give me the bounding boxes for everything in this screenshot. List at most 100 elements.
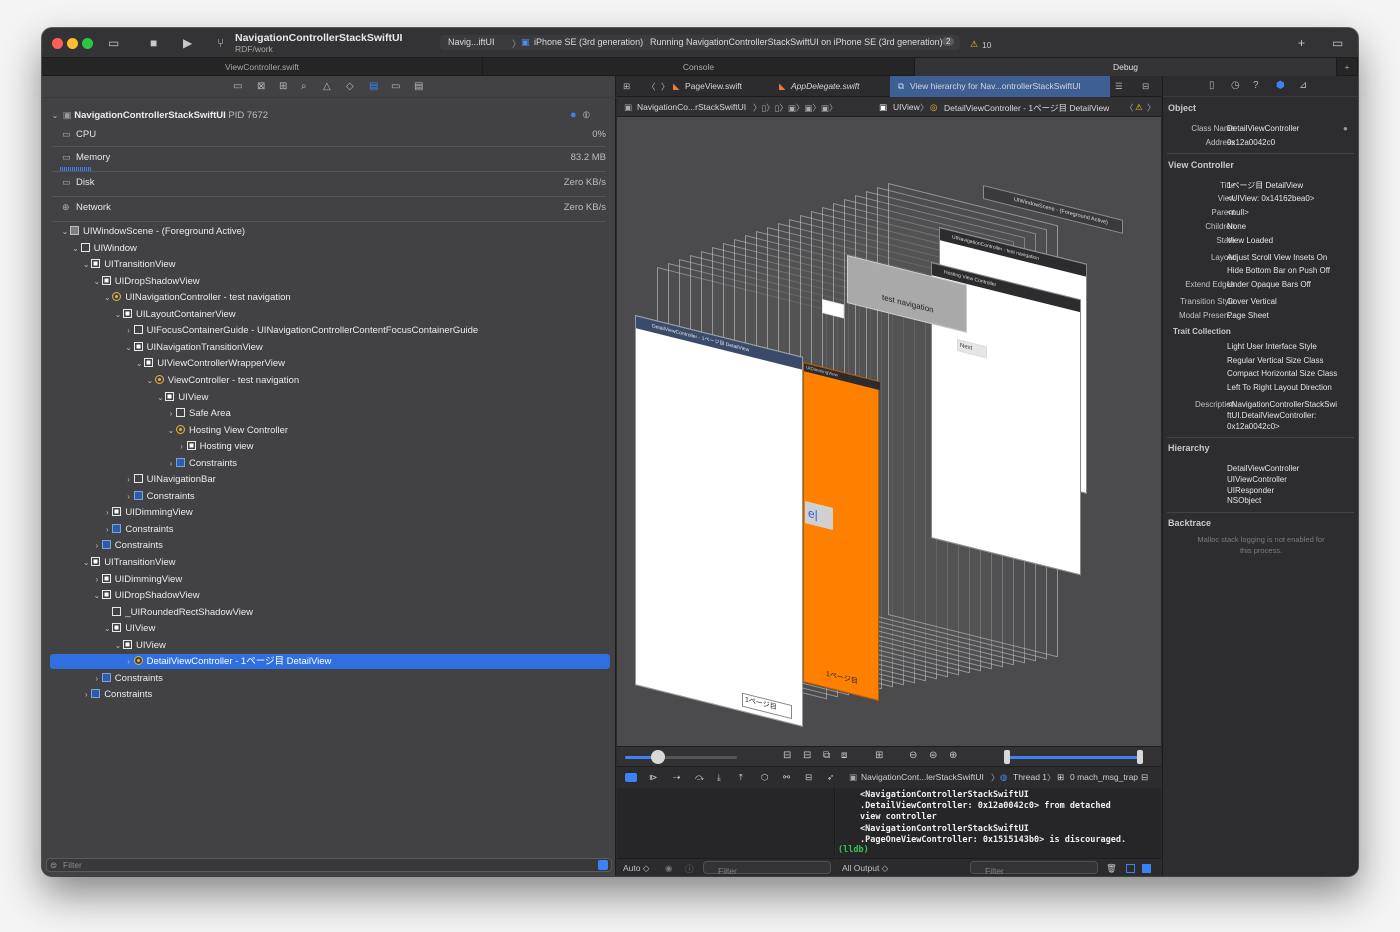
tree-row[interactable]: ⌄ UITransitionView — [81, 256, 175, 273]
content-icon[interactable]: ⊟ — [803, 750, 811, 761]
tree-row[interactable]: › Safe Area — [166, 405, 231, 422]
chevron-right-icon[interactable]: › — [166, 405, 176, 422]
tree-row[interactable]: › UINavigationBar — [124, 471, 216, 488]
report-icon[interactable]: ▤ — [414, 81, 423, 92]
debug-icon[interactable]: ▤ — [369, 81, 378, 92]
chevron-right-icon[interactable]: › — [177, 438, 187, 455]
chevron-down-icon[interactable]: ⌄ — [102, 289, 112, 306]
tree-row[interactable]: ⌄ UIWindow — [71, 240, 137, 257]
chevron-right-icon[interactable]: › — [166, 455, 176, 472]
frame-icon[interactable]: ⊟ — [783, 750, 791, 761]
cpu-gauge[interactable]: ▭ CPU 0% — [52, 125, 606, 147]
chevron-down-icon[interactable]: ⌄ — [134, 355, 144, 372]
debug-thread[interactable]: Thread 1 — [1013, 772, 1047, 782]
jump-path-icons[interactable]: 〉▯〉▯〉▣〉▣〉▣〉 — [753, 102, 837, 114]
tree-row[interactable]: _UIRoundedRectShadowView — [102, 604, 253, 621]
test-icon[interactable]: ◇ — [346, 81, 354, 92]
output-select[interactable]: All Output ◇ — [842, 863, 888, 874]
tree-row[interactable]: › Constraints — [166, 455, 237, 472]
jump-to-icon[interactable]: ● — [1343, 123, 1348, 134]
chevron-down-icon[interactable]: ⌄ — [92, 273, 102, 290]
variables-filter-field[interactable]: Filter — [703, 861, 831, 876]
chevron-right-icon[interactable]: › — [124, 322, 134, 339]
info-icon[interactable]: ⓘ — [685, 863, 694, 875]
close-window-button[interactable] — [52, 38, 63, 49]
split-console-icon[interactable]: ⊟ — [1141, 772, 1148, 783]
chevron-down-icon[interactable]: ⌄ — [124, 339, 134, 356]
range-slider-max-thumb[interactable] — [1137, 750, 1143, 764]
console-toggle-icon[interactable] — [625, 773, 637, 782]
stop-icon[interactable]: ■ — [150, 35, 157, 51]
symbol-icon[interactable]: ⊞ — [279, 81, 287, 92]
zoom-in-icon[interactable]: ⊕ — [949, 750, 957, 761]
new-tab-button[interactable]: + — [1337, 58, 1358, 76]
orient-icon[interactable]: ⊞ — [875, 750, 883, 761]
auto-scope-select[interactable]: Auto ◇ — [623, 863, 649, 874]
jump-view[interactable]: UIView — [893, 102, 920, 112]
lldb-prompt[interactable]: (lldb) — [838, 845, 869, 855]
tab-view-hierarchy[interactable]: ⧉ View hierarchy for Nav...ontrollerStac… — [890, 76, 1110, 97]
tab-appdelegate[interactable]: AppDelegate.swift — [791, 81, 860, 91]
split-editor-icon[interactable]: ⊟ — [1142, 81, 1149, 92]
chevron-right-icon[interactable]: › — [102, 504, 112, 521]
tab-console[interactable]: Console — [483, 58, 915, 76]
tab-viewcontroller-swift[interactable]: ViewController.swift — [42, 58, 483, 76]
chevron-right-icon[interactable]: 〉 — [1147, 102, 1156, 114]
scheme-target[interactable]: Navig...iftUI — [448, 37, 495, 47]
run-icon[interactable]: ▶ — [183, 35, 192, 51]
back-icon[interactable]: 〈 — [647, 81, 656, 93]
size-inspector-icon[interactable]: ⊿ — [1299, 80, 1307, 91]
chevron-right-icon[interactable]: › — [124, 653, 134, 670]
location-icon[interactable]: ➶ — [827, 772, 834, 783]
warning-icon[interactable]: ⚠ — [1135, 102, 1143, 113]
history-inspector-icon[interactable]: ◷ — [1231, 80, 1240, 91]
spacing-slider-thumb[interactable] — [651, 750, 665, 764]
continue-icon[interactable]: ⇢ — [673, 772, 680, 783]
filter-toggle-icon[interactable] — [598, 860, 608, 870]
chevron-down-icon[interactable]: ⌄ — [81, 256, 91, 273]
folder-icon[interactable]: ▭ — [233, 81, 242, 92]
breakpoints-toggle-icon[interactable]: ⧐ — [649, 772, 658, 783]
chevron-right-icon[interactable]: › — [92, 571, 102, 588]
minimize-window-button[interactable] — [67, 38, 78, 49]
zoom-out-icon[interactable]: ⊖ — [909, 750, 917, 761]
layer-detail-view[interactable]: DetailViewController - 1ページ目 DetailView … — [635, 315, 803, 727]
tree-row[interactable]: › Constraints — [92, 670, 163, 687]
chevron-right-icon[interactable]: › — [92, 537, 102, 554]
tree-row[interactable]: › UIFocusContainerGuide - UINavigationCon… — [124, 322, 478, 339]
navigator-toggle-icon[interactable]: ▭ — [108, 35, 119, 51]
chevron-right-icon[interactable]: › — [92, 670, 102, 687]
tree-row[interactable]: › Constraints — [102, 521, 173, 538]
pause-icon[interactable]: ⦶ — [583, 107, 590, 124]
find-icon[interactable]: ⌕ — [301, 81, 307, 92]
tree-row[interactable]: › Constraints — [92, 537, 163, 554]
left-panel-toggle-icon[interactable] — [1126, 864, 1135, 873]
file-inspector-icon[interactable]: ▯ — [1209, 80, 1215, 91]
tree-row[interactable]: ⌄ UINavigationTransitionView — [124, 339, 263, 356]
tree-row[interactable]: ⌄ UIView — [113, 637, 166, 654]
tab-pageview[interactable]: PageView.swift — [685, 81, 742, 91]
tree-row[interactable]: › UIDimmingView — [92, 571, 182, 588]
chevron-down-icon[interactable]: ⌄ — [50, 107, 60, 124]
step-in-icon[interactable]: ⤓ — [717, 772, 721, 783]
source-control-icon[interactable]: ⊠ — [257, 81, 265, 92]
eye-icon[interactable]: ◉ — [665, 863, 672, 874]
tree-row[interactable]: ⌄ UIWindowScene - (Foreground Active) — [60, 223, 245, 240]
tree-row[interactable]: › DetailViewController - 1ページ目 DetailView — [124, 653, 331, 670]
view-debugger-icon[interactable]: ⬡ — [761, 772, 768, 783]
grid-icon[interactable]: ⊞ — [623, 81, 630, 92]
zoom-reset-icon[interactable]: ⊜ — [929, 750, 937, 761]
inspector-toggle-icon[interactable]: ▭ — [1332, 35, 1343, 51]
clipping-icon[interactable]: ⧉ — [823, 750, 830, 761]
forward-icon[interactable]: 〉 — [661, 81, 670, 93]
tree-row[interactable]: ⌄ UIDropShadowView — [92, 587, 200, 604]
issue-icon[interactable]: △ — [323, 81, 331, 92]
tab-debug[interactable]: Debug — [915, 58, 1337, 76]
chevron-down-icon[interactable]: ⌄ — [166, 422, 176, 439]
chevron-down-icon[interactable]: ⌄ — [113, 306, 123, 323]
layer-orange-view[interactable]: UIDimmingView 1ページ目 — [803, 362, 880, 701]
memory-gauge[interactable]: ▭ Memory 83.2 MB — [52, 148, 606, 172]
chevron-down-icon[interactable]: ⌄ — [81, 554, 91, 571]
zoom-window-button[interactable] — [82, 38, 93, 49]
tree-row[interactable]: › Constraints — [81, 686, 152, 703]
